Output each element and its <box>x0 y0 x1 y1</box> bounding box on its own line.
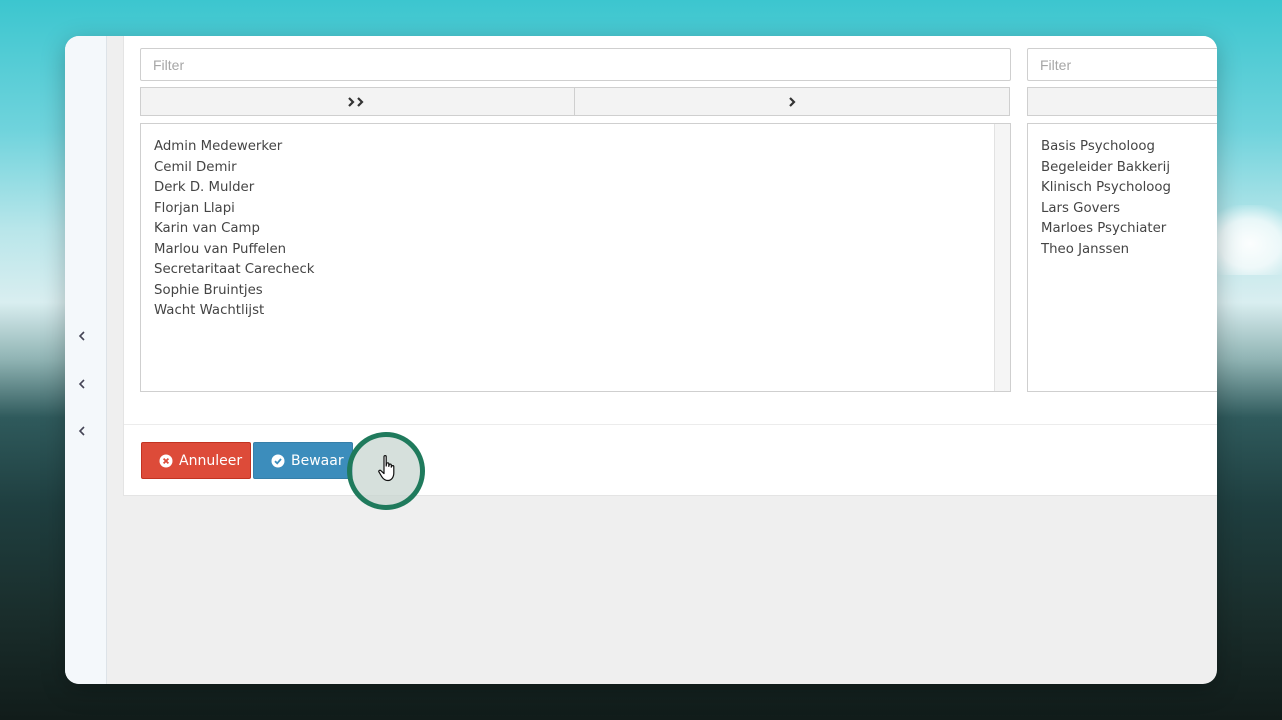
list-item[interactable]: Lars Govers <box>1041 199 1217 220</box>
sidebar-toggle-1[interactable] <box>74 328 90 344</box>
double-chevron-right-icon <box>347 96 364 107</box>
chevron-left-icon <box>78 331 85 341</box>
list-item[interactable]: Karin van Camp <box>154 219 997 240</box>
list-item[interactable]: Wacht Wachtlijst <box>154 301 997 322</box>
hand-pointer-icon <box>378 455 395 482</box>
app-window: Admin MedewerkerCemil DemirDerk D. Mulde… <box>65 36 1217 684</box>
cancel-button-label: Annuleer <box>179 452 243 469</box>
move-selected-button[interactable] <box>574 87 1010 116</box>
list-item[interactable]: Marlou van Puffelen <box>154 240 997 261</box>
sidebar-toggle-3[interactable] <box>74 423 90 439</box>
sidebar-toggle-2[interactable] <box>74 376 90 392</box>
list-item[interactable]: Klinisch Psycholoog <box>1041 178 1217 199</box>
list-item[interactable]: Admin Medewerker <box>154 137 997 158</box>
chevron-left-icon <box>78 379 85 389</box>
move-all-button[interactable] <box>140 87 575 116</box>
chevron-right-icon <box>789 96 796 107</box>
cancel-button[interactable]: Annuleer <box>141 442 251 479</box>
check-circle-icon <box>271 454 285 467</box>
list-item[interactable]: Cemil Demir <box>154 158 997 179</box>
list-item[interactable]: Florjan Llapi <box>154 199 997 220</box>
sidebar <box>65 36 107 684</box>
selected-users-list[interactable]: Basis Psycholoog Begeleider Bakkerij Klini… <box>1027 123 1217 392</box>
save-button-label: Bewaar <box>291 452 344 469</box>
save-button[interactable]: Bewaar <box>253 442 353 479</box>
list-item[interactable]: Secretaritaat Carecheck <box>154 260 997 281</box>
remove-selected-button[interactable] <box>1027 87 1217 116</box>
right-filter-input[interactable] <box>1027 48 1217 81</box>
list-item[interactable]: Theo Janssen <box>1041 240 1217 261</box>
dual-listbox-panel: Admin MedewerkerCemil DemirDerk D. Mulde… <box>123 36 1217 510</box>
form-divider <box>124 424 1217 425</box>
list-item[interactable]: Derk D. Mulder <box>154 178 997 199</box>
list-item[interactable]: Basis Psycholoog <box>1041 137 1217 158</box>
list-item[interactable]: Begeleider Bakkerij <box>1041 158 1217 179</box>
available-users-list[interactable]: Admin Medewerker Cemil Demir Derk D. Mulde… <box>140 123 1011 392</box>
chevron-left-icon <box>78 426 85 436</box>
left-filter-input[interactable] <box>140 48 1011 81</box>
list-item[interactable]: Marloes Psychiater <box>1041 219 1217 240</box>
list-scrollbar[interactable] <box>994 124 1010 391</box>
list-item[interactable]: Sophie Bruintjes <box>154 281 997 302</box>
times-circle-icon <box>159 454 173 467</box>
